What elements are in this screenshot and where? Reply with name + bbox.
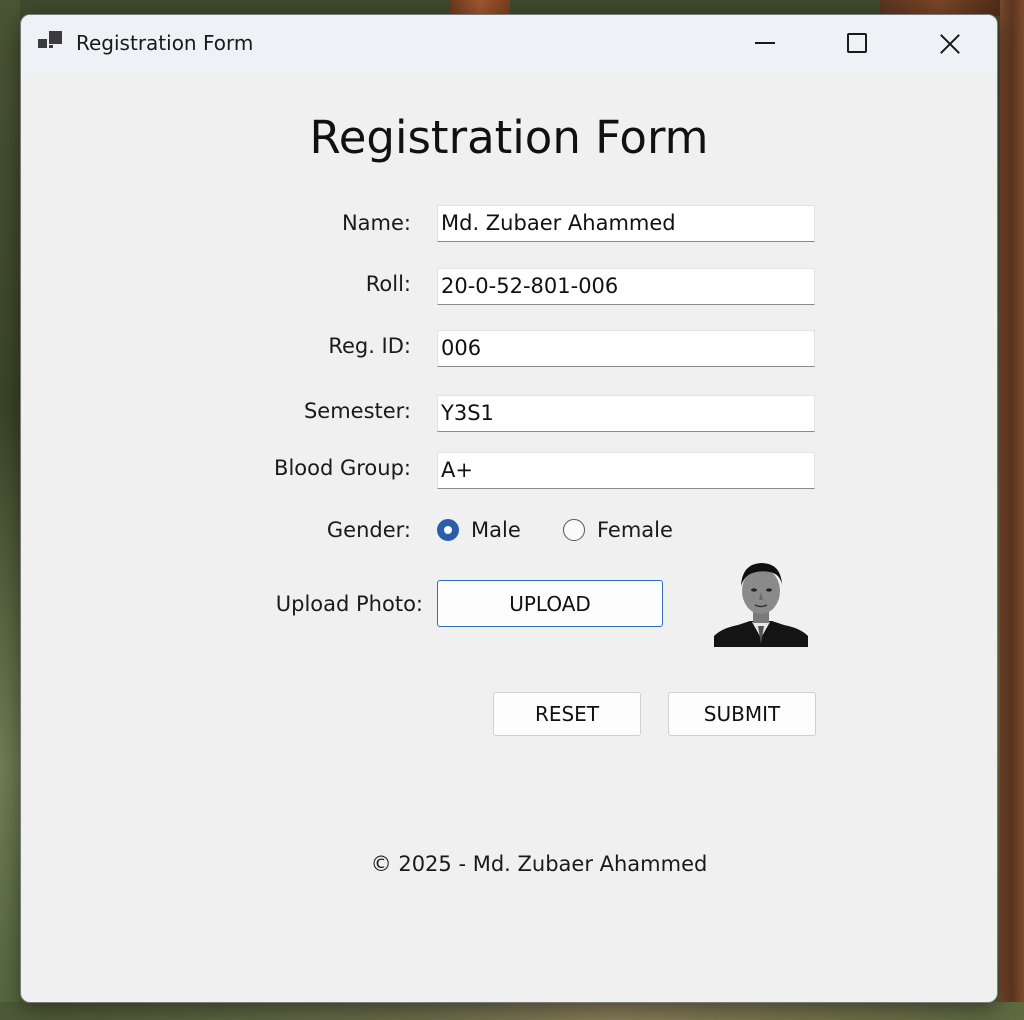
blood-group-field[interactable]: A+ <box>437 452 815 489</box>
female-radio-label: Female <box>597 518 673 542</box>
registration-window: Registration Form Registration Form Name… <box>20 14 998 1003</box>
app-windows-icon <box>38 31 62 53</box>
maximize-button[interactable] <box>811 15 903 71</box>
upload-button[interactable]: UPLOAD <box>437 580 663 627</box>
reg-id-field[interactable]: 006 <box>437 330 815 367</box>
name-field[interactable]: Md. Zubaer Ahammed <box>437 205 815 242</box>
semester-field[interactable]: Y3S1 <box>437 395 815 432</box>
gender-option-female[interactable]: Female <box>563 515 673 545</box>
wallpaper-ground <box>0 1002 1024 1020</box>
wallpaper-tree-left <box>0 0 20 1020</box>
blood-group-label: Blood Group: <box>274 456 411 480</box>
upload-photo-label: Upload Photo: <box>275 592 423 616</box>
person-photo-icon <box>714 558 808 647</box>
gender-option-male[interactable]: Male <box>437 515 521 545</box>
female-radio[interactable] <box>563 519 585 541</box>
roll-field[interactable]: 20-0-52-801-006 <box>437 268 815 305</box>
minimize-button[interactable] <box>719 15 811 71</box>
window-title: Registration Form <box>76 31 254 55</box>
roll-label: Roll: <box>365 272 411 296</box>
minimize-icon <box>755 42 775 44</box>
reg-id-label: Reg. ID: <box>328 334 411 358</box>
semester-label: Semester: <box>303 399 411 423</box>
submit-button[interactable]: SUBMIT <box>668 692 816 736</box>
close-icon <box>939 32 961 54</box>
name-label: Name: <box>341 211 411 235</box>
gender-label: Gender: <box>326 518 411 542</box>
male-radio-label: Male <box>471 518 521 542</box>
footer-copyright: © 2025 - Md. Zubaer Ahammed <box>370 852 708 876</box>
profile-photo <box>714 558 808 647</box>
close-button[interactable] <box>903 15 997 71</box>
reset-button[interactable]: RESET <box>493 692 641 736</box>
male-radio[interactable] <box>437 519 459 541</box>
title-bar[interactable]: Registration Form <box>21 15 997 71</box>
form-heading: Registration Form <box>309 111 709 164</box>
maximize-icon <box>847 33 867 53</box>
